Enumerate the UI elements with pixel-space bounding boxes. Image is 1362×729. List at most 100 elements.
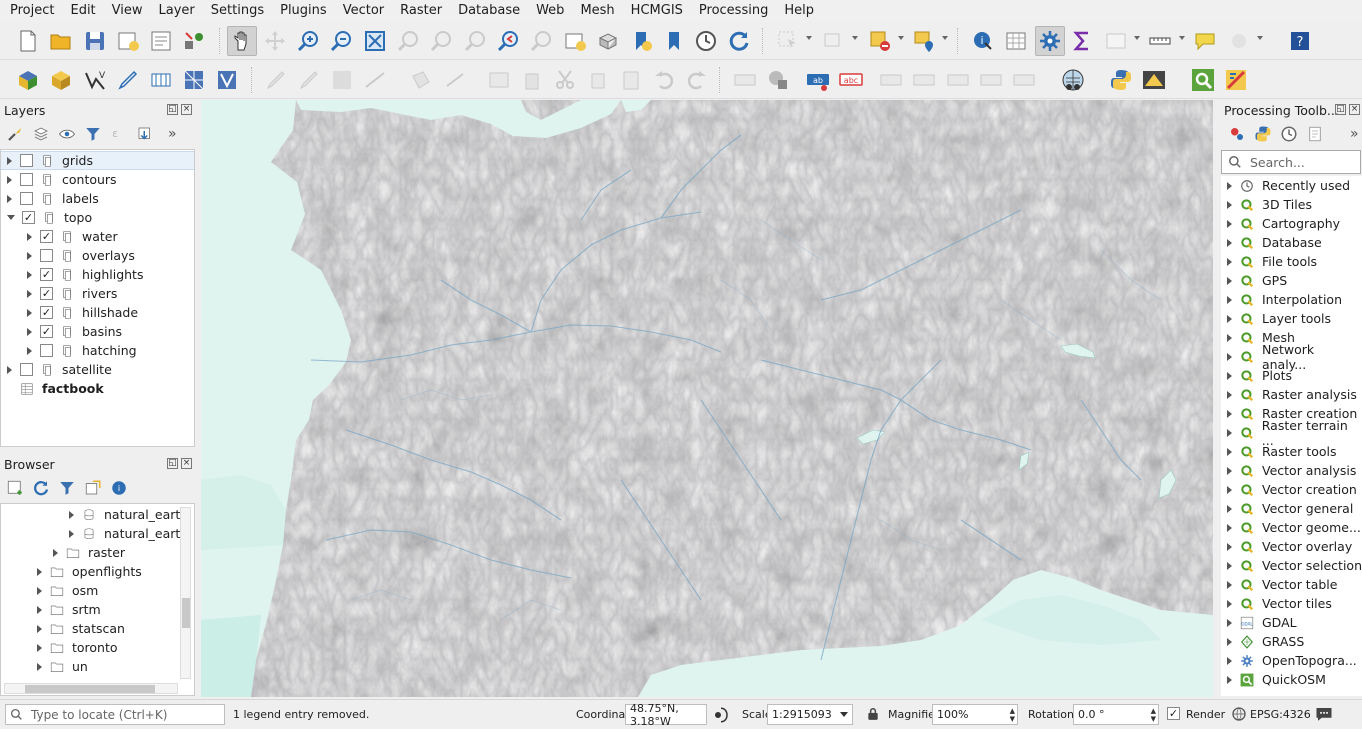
layer-row-basins[interactable]: ✓ basins (27, 322, 194, 341)
statistical-summary-icon[interactable] (1068, 26, 1096, 56)
browser-horizontal-scrollbar[interactable] (4, 683, 178, 694)
spin-arrows-icon[interactable]: ▲ ▼ (1010, 707, 1015, 723)
more-tools-icon[interactable]: » (168, 126, 177, 142)
close-panel-icon[interactable]: × (181, 458, 192, 469)
menu-hcmgis[interactable]: HCMGIS (623, 0, 691, 22)
expand-arrow-icon[interactable] (7, 194, 12, 203)
filter-browser-icon[interactable] (58, 479, 76, 497)
data-source-manager-icon[interactable] (14, 65, 42, 95)
expand-arrow-icon[interactable] (1227, 580, 1232, 589)
quickosm-icon[interactable] (1189, 65, 1217, 95)
expand-arrow-icon[interactable] (27, 270, 32, 279)
processing-group-File tools[interactable]: File tools (1227, 252, 1317, 271)
processing-group-Vector selection[interactable]: Vector selection (1227, 556, 1362, 575)
deselect-all-icon[interactable] (866, 26, 894, 56)
close-panel-icon[interactable]: × (181, 104, 192, 115)
move-label-icon[interactable] (944, 65, 972, 95)
expand-arrow-icon[interactable] (1227, 504, 1232, 513)
new-geopackage-icon[interactable] (47, 65, 75, 95)
layer-row-overlays[interactable]: overlays (27, 246, 194, 265)
change-label-icon[interactable] (1010, 65, 1038, 95)
processing-group-QuickOSM[interactable]: QuickOSM (1227, 670, 1326, 689)
processing-search[interactable]: Search... (1221, 150, 1361, 174)
new-shapefile-icon[interactable]: V (81, 65, 109, 95)
processing-group-Raster terrain ...[interactable]: Raster terrain ... (1227, 418, 1362, 448)
processing-group-Vector general[interactable]: Vector general (1227, 499, 1353, 518)
processing-group-OpenTopogra...[interactable]: OpenTopogra... (1227, 651, 1357, 670)
open-attribute-table-icon[interactable] (1002, 26, 1030, 56)
layer-visibility-checkbox[interactable]: ✓ (40, 230, 53, 243)
expand-arrow-icon[interactable] (1227, 333, 1232, 342)
expand-arrow-icon[interactable] (1227, 485, 1232, 494)
filter-expression-icon[interactable]: ε (110, 125, 128, 143)
help-icon[interactable]: ? (1286, 26, 1314, 56)
browser-item-raster[interactable]: raster (53, 543, 125, 562)
processing-group-Vector tiles[interactable]: Vector tiles (1227, 594, 1332, 613)
delete-selected-icon[interactable] (518, 65, 546, 95)
browser-item-natural_earth[interactable]: natural_earth (69, 524, 188, 543)
coordinate-field[interactable]: 48.75°N, 3.18°W (625, 702, 707, 728)
browser-item-natural_earth[interactable]: natural_earth (69, 505, 188, 524)
new-3d-view-icon[interactable] (594, 26, 622, 56)
digitize-polygon-icon[interactable] (407, 65, 435, 95)
expand-arrow-icon[interactable] (37, 643, 42, 652)
add-selected-layers-icon[interactable] (6, 479, 24, 497)
map-tips-icon[interactable] (1191, 26, 1219, 56)
manage-visibility-icon[interactable] (58, 125, 76, 143)
style-manager-icon[interactable] (180, 26, 208, 56)
render-checkbox[interactable]: ✓ (1167, 707, 1180, 720)
expand-arrow-icon[interactable] (1227, 466, 1232, 475)
add-group-icon[interactable] (32, 125, 50, 143)
expand-arrow-icon[interactable] (37, 662, 42, 671)
browser-item-srtm[interactable]: srtm (37, 600, 101, 619)
collapse-arrow-icon[interactable] (7, 215, 15, 220)
zoom-full-icon[interactable] (361, 26, 389, 56)
expand-arrow-icon[interactable] (1227, 371, 1232, 380)
menu-layer[interactable]: Layer (151, 0, 203, 22)
new-virtual-layer-icon[interactable] (147, 65, 175, 95)
toggle-editing-icon[interactable] (295, 65, 323, 95)
zoom-to-selection-icon[interactable] (394, 26, 422, 56)
show-bookmarks-icon[interactable] (660, 26, 688, 56)
menu-database[interactable]: Database (450, 0, 528, 22)
browser-item-statscan[interactable]: statscan (37, 619, 125, 638)
layer-row-factbook[interactable]: factbook (7, 379, 194, 398)
scripts-icon[interactable] (1254, 125, 1272, 143)
expand-arrow-icon[interactable] (1227, 618, 1232, 627)
new-print-layout-icon[interactable] (114, 26, 142, 56)
refresh-icon[interactable] (725, 26, 753, 56)
expand-arrow-icon[interactable] (1227, 523, 1232, 532)
pin-labels-icon[interactable] (877, 65, 905, 95)
expand-arrow-icon[interactable] (37, 605, 42, 614)
layer-visibility-checkbox[interactable] (20, 173, 33, 186)
spatial-bookmark-icon[interactable] (1225, 26, 1253, 56)
spin-arrows-icon[interactable]: ▲ ▼ (1151, 707, 1156, 723)
scrollbar-thumb[interactable] (25, 685, 155, 693)
zoom-next-icon[interactable] (527, 26, 555, 56)
menu-settings[interactable]: Settings (203, 0, 272, 22)
select-features-icon[interactable] (774, 26, 802, 56)
menu-help[interactable]: Help (776, 0, 822, 22)
unplaced-labels-icon[interactable]: abc (837, 65, 865, 95)
new-virtual-raster-icon[interactable] (213, 65, 241, 95)
vertex-tool-icon[interactable] (441, 65, 469, 95)
layer-styling-icon[interactable] (6, 125, 24, 143)
browser-item-un[interactable]: un (37, 657, 88, 676)
hcmgis-icon[interactable] (1140, 65, 1168, 95)
zoom-out-icon[interactable] (327, 26, 355, 56)
expand-arrow-icon[interactable] (53, 548, 58, 557)
processing-group-GDAL[interactable]: GDAL GDAL (1227, 613, 1297, 632)
modify-attributes-icon[interactable] (485, 65, 513, 95)
expand-arrow-icon[interactable] (27, 308, 32, 317)
layer-visibility-checkbox[interactable]: ✓ (40, 287, 53, 300)
menu-project[interactable]: Project (2, 0, 62, 22)
paste-features-icon[interactable] (617, 65, 645, 95)
expand-arrow-icon[interactable] (27, 327, 32, 336)
filter-legend-icon[interactable] (84, 125, 102, 143)
models-icon[interactable] (1228, 125, 1246, 143)
show-hide-labels-icon[interactable] (910, 65, 938, 95)
expand-arrow-icon[interactable] (1227, 599, 1232, 608)
expand-arrow-icon[interactable] (1227, 390, 1232, 399)
globe-plugin-icon[interactable] (1059, 65, 1087, 95)
pan-to-selection-icon[interactable] (261, 26, 289, 56)
